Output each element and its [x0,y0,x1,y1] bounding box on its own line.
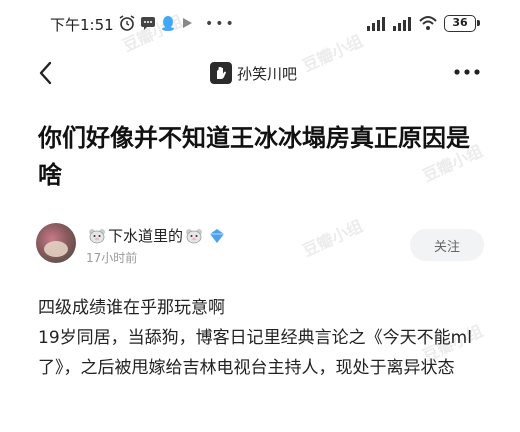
more-options-icon[interactable] [452,62,482,82]
forum-name: 孙笑川吧 [237,64,298,83]
author-name: 下水道里的 [108,227,184,245]
bear-emoji-icon [186,228,203,243]
author-info[interactable]: 下水道里的 [86,225,226,246]
back-icon[interactable] [36,60,56,86]
status-bar: 下午1:51 ••• 36 [0,0,520,48]
bear-emoji-icon [89,228,105,243]
watermark: 豆瓣小组 [299,216,366,261]
post-title: 你们好像并不知道王冰冰塌房真正原因是啥 [38,124,470,189]
wifi-icon [419,16,437,30]
signal-icon [367,17,385,31]
battery-indicator: 36 [444,15,480,32]
post-paragraph: 19岁同居，当舔狗，博客日记里经典言论之《今天不能ml了》，之后被甩嫁给吉林电视… [38,328,472,378]
nav-bar: 孙笑川吧 [0,50,520,96]
status-time: 下午1:51 [50,16,114,34]
alarm-icon [119,15,135,31]
avatar[interactable] [36,223,76,263]
post-body: 四级成绩谁在乎那玩意啊 19岁同居，当舔狗，博客日记里经典言论之《今天不能ml了… [38,293,490,383]
follow-button[interactable]: 关注 [410,229,484,261]
play-icon [183,18,192,28]
verified-badge-icon [210,228,225,243]
qq-icon [162,16,174,31]
more-notifications-icon: ••• [205,16,236,32]
battery-level: 36 [452,16,468,29]
post-time: 17小时前 [86,251,138,265]
post-paragraph: 四级成绩谁在乎那玩意啊 [38,298,225,318]
forum-logo-icon [210,62,232,84]
signal-icon [393,17,411,31]
message-icon [141,17,155,30]
forum-link[interactable]: 孙笑川吧 [210,61,297,85]
